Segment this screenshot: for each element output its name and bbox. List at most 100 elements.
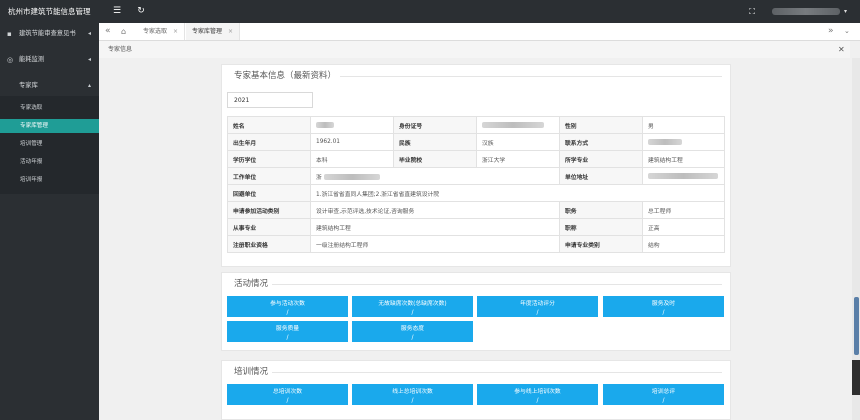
stat-label: 线上总培训次数 [392, 389, 433, 395]
chevron-left-icon: ◂ [87, 56, 91, 63]
tab-close-icon[interactable]: × [173, 28, 178, 35]
value-id [476, 116, 560, 134]
label-unit-address: 单位地址 [559, 167, 643, 185]
stat-value: / [411, 397, 414, 404]
sidebar-subitem-training-manage[interactable]: 培训管理 [0, 137, 99, 151]
table-row: 出生年月 1962.01 民族 汉族 联系方式 [227, 133, 725, 151]
tabs-scroll-left-icon[interactable]: « [105, 23, 111, 40]
label-title: 职称 [559, 218, 643, 236]
value-position: 总工程师 [642, 201, 725, 219]
sidebar-item-label: 专家库 [19, 82, 38, 89]
table-row: 学历学位 本科 毕业院校 浙江大学 所学专业 建筑结构工程 [227, 150, 725, 168]
stat-service-attitude[interactable]: 服务态度 / [352, 321, 473, 342]
label-contact: 联系方式 [559, 133, 643, 151]
value-degree: 本科 [310, 150, 394, 168]
stat-total-training[interactable]: 总培训次数 / [227, 384, 348, 405]
stat-value: / [536, 397, 539, 404]
stat-label: 培训总评 [651, 389, 676, 395]
stat-label: 无故缺席次数(总缺席次数) [378, 301, 447, 307]
sidebar-subitem-activity-report[interactable]: 活动年报 [0, 155, 99, 169]
stat-absence-count[interactable]: 无故缺席次数(总缺席次数) / [352, 296, 473, 317]
table-row: 从事专业 建筑结构工程 职称 正高 [227, 218, 725, 236]
sidebar-item-energy-monitor[interactable]: ◎ 能耗监测 ◂ [0, 53, 99, 67]
tabs-scroll-right-icon[interactable]: » [828, 23, 834, 40]
fullscreen-icon[interactable]: ⛶ [744, 0, 760, 23]
close-icon[interactable]: ✕ [838, 42, 845, 58]
label-major: 所学专业 [559, 150, 643, 168]
stat-service-quality[interactable]: 服务质量 / [227, 321, 348, 342]
value-unit-address [642, 167, 725, 185]
app-title: 杭州市建筑节能信息管理 [8, 7, 91, 16]
label-name: 姓名 [227, 116, 311, 134]
table-row: 姓名 身份证号 性别 男 [227, 116, 725, 134]
stat-online-training-total[interactable]: 线上总培训次数 / [352, 384, 473, 405]
panel-title: 专家基本信息（最新资料） [230, 69, 341, 83]
value-work-unit: 浙 [310, 167, 560, 185]
sidebar-item-label: 能耗监测 [19, 56, 45, 63]
panel-title: 培训情况 [230, 365, 273, 379]
table-row: 申请参加活动类别 设计审查,示范评选,技术论证,咨询服务 职务 总工程师 [227, 201, 725, 219]
stat-annual-score[interactable]: 年度活动评分 / [477, 296, 598, 317]
stat-label: 参与线上培训次数 [514, 389, 561, 395]
sidebar-subitem-training-report[interactable]: 培训年报 [0, 173, 99, 187]
monitor-icon: ◎ [7, 56, 14, 64]
label-school: 毕业院校 [393, 150, 477, 168]
label-birth: 出生年月 [227, 133, 311, 151]
building-icon: ▪ [7, 30, 12, 38]
tab-expert-manage[interactable]: 专家库管理 × [186, 23, 241, 40]
value-ethnic: 汉族 [476, 133, 560, 151]
value-avoid-unit: 1.浙江省省直同人集团;2.浙江省省直建筑设计院 [310, 184, 725, 202]
sidebar-subitem-expert-select[interactable]: 专家选取 [0, 101, 99, 115]
stat-service-timely[interactable]: 服务及时 / [603, 296, 724, 317]
table-row: 工作单位 浙 单位地址 [227, 167, 725, 185]
stat-value: / [286, 334, 289, 341]
year-field[interactable]: 2021 [227, 92, 313, 108]
work-unit-prefix: 浙 [316, 174, 322, 181]
label-apply-major: 申请专业类别 [559, 235, 643, 253]
stat-label: 服务及时 [651, 301, 676, 307]
value-major: 建筑结构工程 [642, 150, 725, 168]
sidebar: 杭州市建筑节能信息管理 ▪ 建筑节能审查意见书 ◂ ◎ 能耗监测 ◂ 专家库 ▴… [0, 0, 99, 420]
home-icon[interactable]: ⌂ [121, 23, 126, 40]
stat-value: / [536, 309, 539, 316]
stat-online-training-attended[interactable]: 参与线上培训次数 / [477, 384, 598, 405]
sidebar-subitem-expert-manage[interactable]: 专家库管理 [0, 119, 99, 133]
stat-value: / [411, 334, 414, 341]
sidebar-item-expert-library[interactable]: 专家库 ▴ [0, 79, 99, 93]
tab-close-icon[interactable]: × [228, 28, 233, 35]
tabs-bar: « ⌂ 专家选取 × 专家库管理 × » ⌄ [99, 23, 860, 41]
sidebar-item-label: 建筑节能审查意见书 [19, 30, 76, 37]
scrollbar-thumb[interactable] [854, 297, 859, 355]
scrollbar-overlay [852, 360, 860, 395]
stat-label: 年度活动评分 [520, 301, 555, 307]
value-activity-type: 设计审查,示范评选,技术论证,咨询服务 [310, 201, 560, 219]
menu-toggle-icon[interactable]: ☰ [109, 0, 125, 23]
value-school: 浙江大学 [476, 150, 560, 168]
value-title: 正高 [642, 218, 725, 236]
topbar: ☰ ↻ ⛶ ▾ [99, 0, 860, 23]
label-work-unit: 工作单位 [227, 167, 311, 185]
value-apply-major: 结构 [642, 235, 725, 253]
stat-value: / [662, 309, 665, 316]
divider [230, 372, 722, 373]
caret-down-icon[interactable]: ▾ [844, 0, 847, 23]
stat-participation-count[interactable]: 参与活动次数 / [227, 296, 348, 317]
table-row: 回避单位 1.浙江省省直同人集团;2.浙江省省直建筑设计院 [227, 184, 725, 202]
stat-label: 参与活动次数 [270, 301, 305, 307]
tabs-dropdown-icon[interactable]: ⌄ [844, 23, 850, 40]
value-reg-cert: 一级注册结构工程师 [310, 235, 560, 253]
tab-label: 专家库管理 [192, 28, 223, 35]
user-name[interactable] [772, 8, 840, 15]
label-degree: 学历学位 [227, 150, 311, 168]
refresh-icon[interactable]: ↻ [133, 0, 149, 23]
stat-training-score[interactable]: 培训总评 / [603, 384, 724, 405]
tab-expert-select[interactable]: 专家选取 × [137, 23, 186, 40]
chevron-left-icon: ◂ [87, 30, 91, 37]
value-birth: 1962.01 [310, 133, 394, 151]
table-row: 注册职业资格 一级注册结构工程师 申请专业类别 结构 [227, 235, 725, 253]
label-gender: 性别 [559, 116, 643, 134]
label-field: 从事专业 [227, 218, 311, 236]
stat-value: / [411, 309, 414, 316]
value-gender: 男 [642, 116, 725, 134]
sidebar-item-energy-review[interactable]: ▪ 建筑节能审查意见书 ◂ [0, 27, 99, 41]
